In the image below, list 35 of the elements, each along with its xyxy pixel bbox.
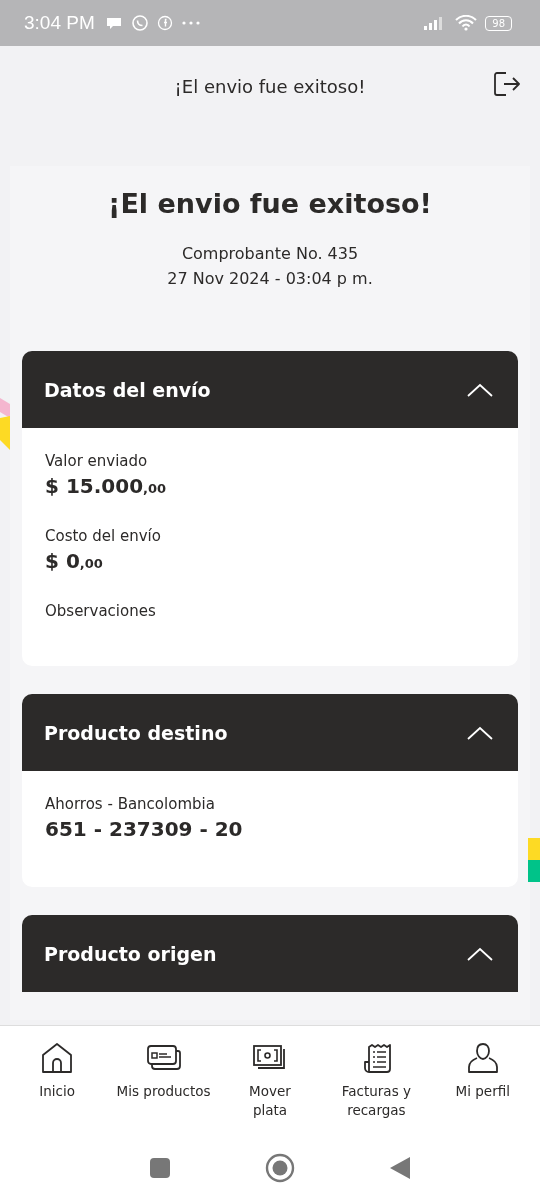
section-header[interactable]: Datos del envío [22, 351, 518, 428]
section-header[interactable]: Producto destino [22, 694, 518, 771]
field-label: Ahorros - Bancolombia [45, 794, 216, 815]
field-label: Valor enviado [45, 451, 149, 472]
success-title: ¡El envio fue exitoso! [107, 188, 433, 219]
battery-indicator: 98 [485, 15, 512, 31]
circle-f-icon [156, 15, 173, 31]
receipt-number: Comprobante No. 435 [180, 243, 360, 265]
more-dots-icon [180, 20, 201, 26]
decorative-stripe [528, 838, 540, 882]
field-value: $ 0,00 [45, 548, 104, 575]
field-value: $ 15.000,00 [45, 473, 168, 500]
chat-bubble-icon [104, 15, 123, 31]
nav-item[interactable]: Mis productos [110, 1026, 217, 1136]
recents-button[interactable] [149, 1157, 171, 1179]
exit-icon [492, 70, 522, 98]
person-icon [466, 1042, 499, 1074]
logout-button[interactable] [492, 70, 522, 98]
header-title: ¡El envio fue exitoso! [174, 75, 366, 97]
nav-item[interactable]: Mover plata [216, 1026, 323, 1136]
home-button[interactable] [265, 1153, 295, 1183]
nav-item[interactable]: Mi perfil [429, 1026, 536, 1136]
receipt-date: 27 Nov 2024 - 03:04 p m. [166, 268, 374, 290]
wifi-icon [455, 15, 478, 31]
section-header[interactable]: Producto origen [22, 915, 518, 992]
nav-item[interactable]: Inicio [4, 1026, 111, 1136]
field-label: Costo del envío [45, 526, 162, 547]
field-label: Observaciones [45, 601, 157, 622]
phone-bubble-icon [130, 14, 149, 32]
nav-item[interactable]: Facturas y recargas [323, 1026, 430, 1136]
field-value: 651 - 237309 - 20 [45, 816, 244, 843]
status-time: 3:04 PM [24, 12, 95, 34]
house-icon [40, 1042, 75, 1074]
decorative-stripe [0, 398, 10, 450]
back-button[interactable] [389, 1156, 411, 1180]
